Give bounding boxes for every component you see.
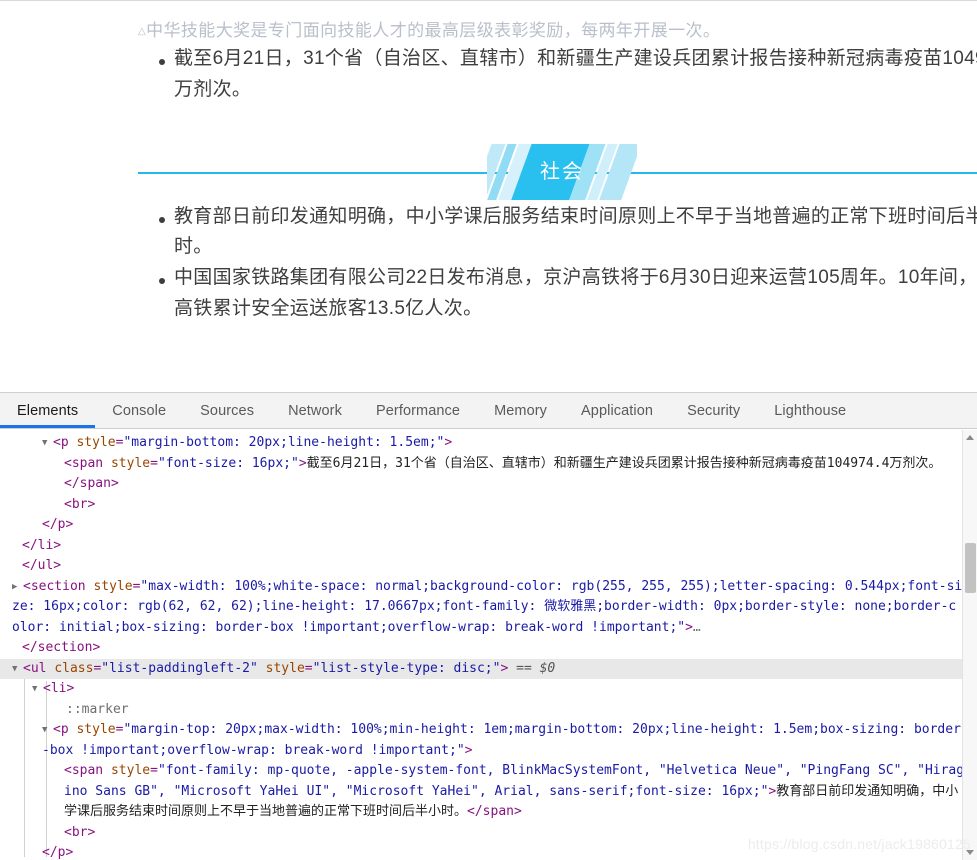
dom-node-ul-selected[interactable]: <ul class="list-paddingleft-2" style="li… [0, 658, 977, 680]
attr-name: style [93, 578, 133, 594]
tag-name: <li> [43, 681, 75, 696]
tag-name: <p [53, 435, 69, 450]
list-item-text: 截至6月21日，31个省（自治区、直辖市）和新疆生产建设兵团累计报告接种新冠病毒… [174, 48, 977, 100]
tab-label: Elements [17, 402, 79, 419]
attr-value: "margin-top: 20px;max-width: 100%;min-he… [42, 722, 961, 758]
scroll-up-arrow-icon[interactable] [966, 435, 974, 440]
devtools-tabbar: Elements Console Sources Network Perform… [0, 393, 977, 429]
dom-node-li-open[interactable]: <li> [0, 679, 977, 700]
attr-value: "list-style-type: disc;" [312, 660, 501, 676]
dom-node-section-close[interactable]: </section> [0, 638, 977, 659]
attr-value: "list-paddingleft-2" [101, 660, 258, 676]
tag-name: <span [64, 455, 104, 471]
tab-label: Application [581, 402, 654, 419]
section-banner-label: 社会 [540, 160, 584, 183]
dom-node-span-text[interactable]: <span style="font-size: 16px;">截至6月21日，3… [0, 454, 977, 495]
tab-label: Memory [494, 402, 548, 419]
social-bullet-list: 教育部日前印发通知明确，中小学课后服务结束时间原则上不早于当地普遍的正常下班时间… [0, 202, 977, 325]
attr-name: style [76, 722, 116, 737]
tag-close: > [464, 742, 473, 758]
pseudo-element-label: ::marker [66, 701, 129, 717]
dom-node-marker-pseudo[interactable]: ::marker [0, 700, 977, 721]
list-item-text: 教育部日前印发通知明确，中小学课后服务结束时间原则上不早于当地普遍的正常下班时间… [174, 205, 977, 258]
top-bullet-list: 截至6月21日，31个省（自治区、直辖市）和新疆生产建设兵团累计报告接种新冠病毒… [0, 44, 977, 106]
scroll-down-arrow-icon[interactable] [966, 850, 974, 855]
faded-note: △中华技能大奖是专门面向技能人才的最高层级表彰奖励，每两年开展一次。 [0, 1, 977, 44]
list-item: 截至6月21日，31个省（自治区、直辖市）和新疆生产建设兵团累计报告接种新冠病毒… [0, 44, 977, 106]
section-banner: 社会 [0, 143, 977, 202]
tab-label: Security [687, 402, 741, 419]
web-page-viewport: △中华技能大奖是专门面向技能人才的最高层级表彰奖励，每两年开展一次。 截至6月2… [0, 0, 977, 392]
expand-triangle-icon[interactable] [32, 679, 43, 700]
dom-node-li-close[interactable]: </li> [0, 536, 977, 557]
tab-lighthouse[interactable]: Lighthouse [757, 393, 863, 428]
dom-node-br2[interactable]: <br> [0, 823, 977, 844]
collapsed-ellipsis[interactable]: … [693, 620, 701, 635]
dom-node-ul-close[interactable]: </ul> [0, 556, 977, 577]
dom-node-p-open[interactable]: <p style="margin-bottom: 20px;line-heigh… [0, 433, 977, 454]
tab-label: Performance [375, 402, 461, 419]
collapse-triangle-icon[interactable] [12, 577, 23, 598]
tab-network[interactable]: Network [271, 393, 359, 428]
article-content: △中华技能大奖是专门面向技能人才的最高层级表彰奖励，每两年开展一次。 截至6月2… [0, 1, 977, 325]
tag-close: </p> [42, 845, 74, 860]
tag-close: </ul> [22, 558, 62, 573]
attr-value: "margin-bottom: 20px;line-height: 1.5em;… [123, 435, 445, 450]
attr-equals: = [150, 455, 158, 471]
tag-close: </li> [22, 537, 62, 553]
dom-node-p-close[interactable]: </p> [0, 515, 977, 536]
tag-close: > [298, 455, 307, 471]
list-item-text: 中国国家铁路集团有限公司22日发布消息，京沪高铁将于6月30日迎来运营105周年… [174, 267, 977, 320]
tab-label: Network [288, 402, 342, 419]
tag-name: <br> [64, 824, 96, 840]
tag-name: <span [64, 763, 104, 778]
tab-label: Sources [200, 402, 255, 419]
tab-console[interactable]: Console [95, 393, 183, 428]
tab-performance[interactable]: Performance [359, 393, 477, 428]
list-item: 教育部日前印发通知明确，中小学课后服务结束时间原则上不早于当地普遍的正常下班时间… [0, 202, 977, 264]
expand-triangle-icon[interactable] [42, 433, 53, 454]
tag-name: <ul [23, 660, 47, 676]
tab-label: Console [112, 402, 167, 419]
tag-close: </span> [64, 476, 119, 491]
tag-close: </section> [22, 640, 101, 655]
devtools-panel: Elements Console Sources Network Perform… [0, 392, 977, 860]
triangle-marker-icon: △ [138, 26, 147, 37]
tab-application[interactable]: Application [564, 393, 670, 428]
tab-memory[interactable]: Memory [477, 393, 564, 428]
expand-triangle-icon[interactable] [12, 659, 23, 680]
tab-elements[interactable]: Elements [0, 393, 96, 428]
tag-close: </span> [467, 804, 522, 819]
tag-close: > [444, 435, 453, 450]
text-node: 截至6月21日，31个省（自治区、直辖市）和新疆生产建设兵团累计报告接种新冠病毒… [306, 455, 942, 471]
dom-node-p2-close[interactable]: </p> [0, 843, 977, 860]
dom-node-span2-text[interactable]: <span style="font-family: mp-quote, -app… [0, 761, 977, 823]
expand-triangle-icon[interactable] [42, 720, 53, 741]
tag-name: <br> [64, 496, 96, 512]
tag-name: <section [23, 578, 86, 594]
tab-security[interactable]: Security [670, 393, 757, 428]
dom-node-section-open[interactable]: <section style="max-width: 100%;white-sp… [0, 577, 977, 639]
tag-name: <p [53, 722, 69, 737]
list-item: 中国国家铁路集团有限公司22日发布消息，京沪高铁将于6月30日迎来运营105周年… [0, 263, 977, 325]
tab-sources[interactable]: Sources [183, 393, 271, 428]
attr-value: "font-size: 16px;" [157, 455, 299, 471]
attr-name: style [265, 660, 305, 676]
scrollbar-thumb[interactable] [965, 543, 976, 593]
tag-close: > [685, 619, 693, 635]
selected-node-ref: == $0 [516, 660, 556, 676]
dom-node-br[interactable]: <br> [0, 495, 977, 516]
faded-note-text: 中华技能大奖是专门面向技能人才的最高层级表彰奖励，每两年开展一次。 [146, 21, 721, 40]
attr-name: style [110, 763, 151, 778]
attr-name: style [76, 435, 116, 450]
attr-name: style [110, 455, 151, 471]
tag-close: </p> [42, 517, 74, 532]
tab-label: Lighthouse [774, 402, 847, 419]
attr-value: "max-width: 100%;white-space: normal;bac… [12, 578, 963, 635]
devtools-scrollbar[interactable] [962, 430, 977, 860]
attr-name: class [54, 660, 94, 676]
dom-node-p2-open[interactable]: <p style="margin-top: 20px;max-width: 10… [0, 720, 977, 761]
dom-tree[interactable]: <p style="margin-bottom: 20px;line-heigh… [0, 429, 977, 860]
